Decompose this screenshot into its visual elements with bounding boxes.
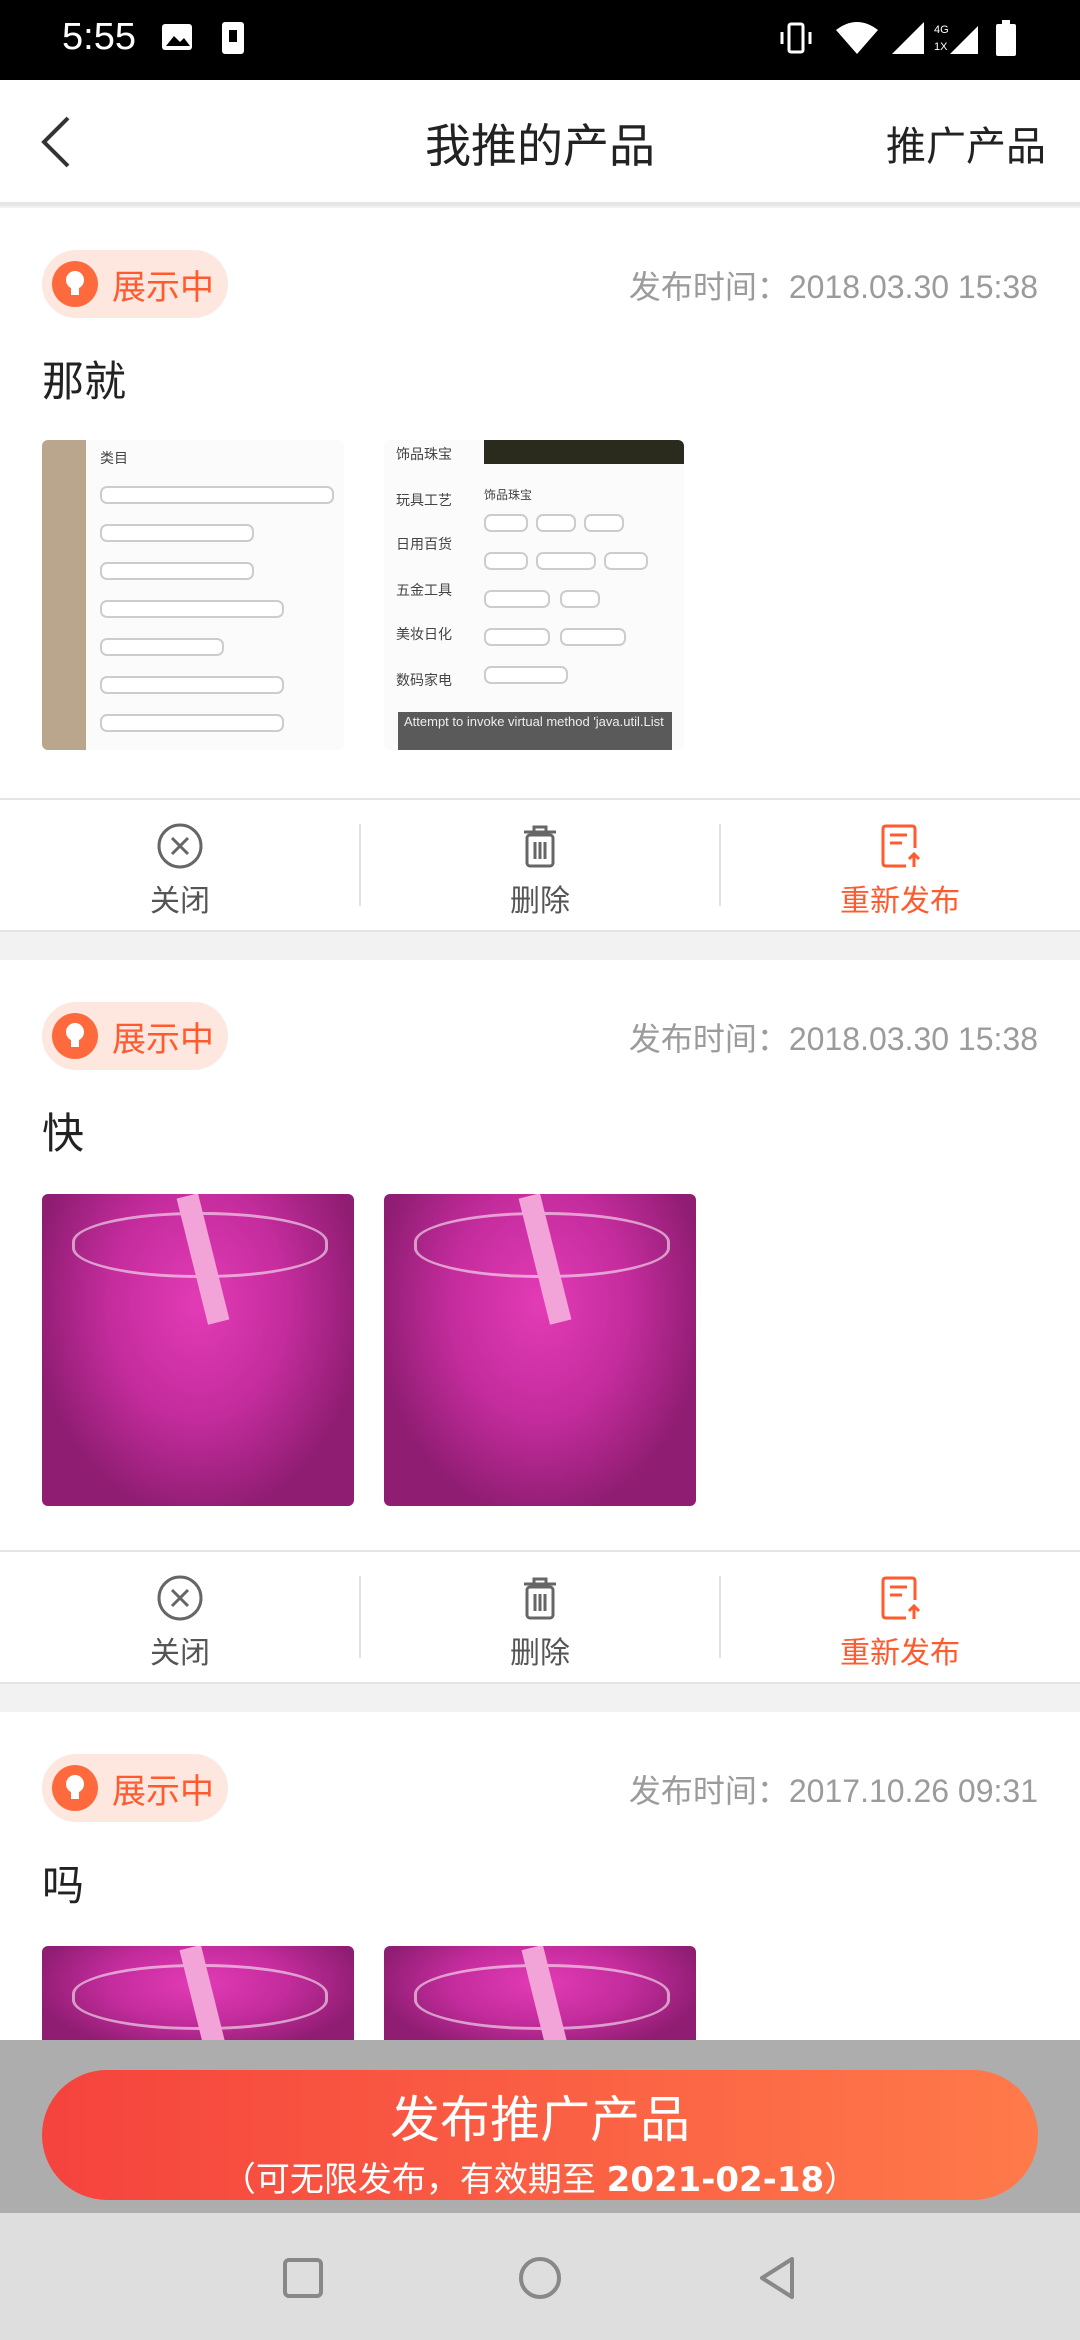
back-arrow-icon[interactable] — [30, 112, 90, 172]
svg-text:4G: 4G — [934, 24, 949, 36]
publish-time: 发布时间：2017.10.26 09:31 — [628, 1773, 1038, 1809]
signal-icon — [892, 22, 924, 54]
close-button[interactable]: 关闭 — [0, 1552, 360, 1682]
product-image[interactable] — [384, 1194, 696, 1506]
product-card: 展示中 发布时间：2018.03.30 15:38 快 关闭 删除 重新发布 — [0, 960, 1080, 1684]
close-button[interactable]: 关闭 — [0, 800, 360, 930]
promote-product-link[interactable]: 推广产品 — [886, 114, 1046, 172]
home-icon[interactable] — [505, 2243, 575, 2313]
app-header: 我推的产品 推广产品 — [0, 80, 1080, 206]
product-card: 展示中 发布时间：2018.03.30 15:38 那就 类目 饰品珠宝 玩具工… — [0, 208, 1080, 932]
trash-icon — [524, 825, 556, 868]
republish-document-icon — [881, 824, 921, 868]
signal-4g-icon: 4G1X — [934, 24, 978, 54]
product-text: 吗 — [42, 1861, 85, 1910]
vibrate-icon — [780, 22, 812, 54]
status-badge-label: 展示中 — [112, 268, 214, 308]
image-notification-icon — [162, 24, 192, 50]
status-badge-label: 展示中 — [112, 1020, 214, 1060]
svg-text:1X: 1X — [934, 41, 948, 53]
delete-button[interactable]: 删除 — [360, 1552, 720, 1682]
back-nav-icon[interactable] — [742, 2243, 812, 2313]
publish-time: 发布时间：2018.03.30 15:38 — [628, 1021, 1038, 1057]
product-image[interactable]: 饰品珠宝 玩具工艺 日用百货 五金工具 美妆日化 数码家电 饰品珠宝 Attem… — [384, 440, 684, 750]
lightbulb-icon — [52, 1765, 98, 1811]
delete-button[interactable]: 删除 — [360, 800, 720, 930]
republish-document-icon — [881, 1576, 921, 1620]
republish-button[interactable]: 重新发布 — [720, 1552, 1080, 1682]
product-card: 展示中 发布时间：2017.10.26 09:31 吗 — [0, 1712, 1080, 2052]
status-badge: 展示中 — [42, 1002, 228, 1070]
product-image[interactable] — [384, 1946, 696, 2052]
publish-bar: 发布推广产品 （可无限发布，有效期至 2021-02-18） — [0, 2040, 1080, 2213]
product-text: 快 — [42, 1109, 85, 1158]
publish-button-note: （可无限发布，有效期至 2021-02-18） — [221, 2160, 859, 2200]
card-actions: 关闭 删除 重新发布 — [0, 798, 1080, 932]
republish-button[interactable]: 重新发布 — [720, 800, 1080, 930]
product-image[interactable] — [42, 1194, 354, 1506]
lightbulb-icon — [52, 1013, 98, 1059]
system-nav-bar — [0, 2213, 1080, 2340]
publish-button-label: 发布推广产品 — [390, 2091, 690, 2149]
product-text: 那就 — [42, 357, 127, 406]
product-image[interactable] — [42, 1946, 354, 2052]
recent-apps-icon[interactable] — [268, 2243, 338, 2313]
battery-icon — [996, 20, 1016, 56]
status-bar: 5:55 4G 1X — [0, 0, 1080, 80]
card-actions: 关闭 删除 重新发布 — [0, 1550, 1080, 1684]
lightbulb-icon — [52, 261, 98, 307]
wifi-icon — [836, 22, 878, 54]
publish-time: 发布时间：2018.03.30 15:38 — [628, 269, 1038, 305]
status-time: 5:55 — [62, 16, 136, 58]
product-image[interactable]: 类目 — [42, 440, 344, 750]
status-badge-label: 展示中 — [112, 1772, 214, 1812]
publish-product-button[interactable]: 发布推广产品 （可无限发布，有效期至 2021-02-18） — [42, 2070, 1038, 2200]
phone-notification-icon — [222, 22, 244, 54]
close-circle-icon — [157, 823, 203, 869]
close-circle-icon — [157, 1575, 203, 1621]
status-badge: 展示中 — [42, 250, 228, 318]
status-badge: 展示中 — [42, 1754, 228, 1822]
trash-icon — [524, 1577, 556, 1620]
